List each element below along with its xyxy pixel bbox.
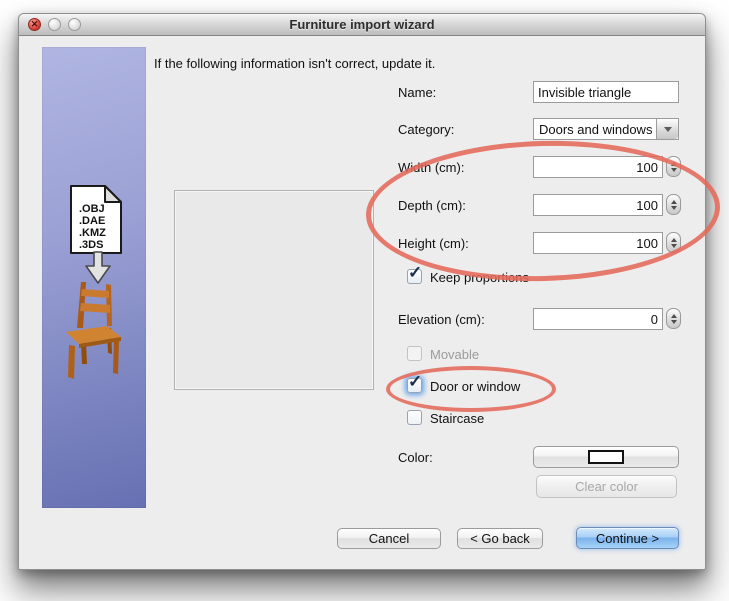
file-format: .3DS — [79, 239, 106, 251]
spinner-down-icon[interactable] — [671, 320, 677, 324]
depth-stepper[interactable] — [666, 194, 681, 215]
elevation-stepper[interactable] — [666, 308, 681, 329]
depth-label: Depth (cm): — [398, 198, 466, 213]
category-dropdown-button[interactable] — [656, 119, 678, 139]
spinner-up-icon[interactable] — [671, 314, 677, 318]
file-format: .KMZ — [79, 227, 106, 239]
height-input[interactable] — [533, 232, 663, 254]
window-title: Furniture import wizard — [19, 17, 705, 32]
continue-button[interactable]: Continue > — [576, 527, 679, 549]
check-icon: ✓ — [408, 263, 422, 283]
color-picker-button[interactable] — [533, 446, 679, 468]
wizard-sidebar-illustration: .OBJ .DAE .KMZ .3DS — [42, 47, 146, 508]
width-stepper[interactable] — [666, 156, 681, 177]
name-label: Name: — [398, 85, 436, 100]
title-bar[interactable]: ✕ Furniture import wizard — [19, 14, 705, 36]
door-or-window-checkbox[interactable]: ✓ — [407, 378, 422, 393]
down-arrow-icon — [84, 251, 112, 285]
screenshot-root: { "window": { "title": "Furniture import… — [0, 0, 729, 601]
spinner-up-icon[interactable] — [671, 200, 677, 204]
color-label: Color: — [398, 450, 433, 465]
cancel-button[interactable]: Cancel — [337, 528, 441, 549]
model-file-icon: .OBJ .DAE .KMZ .3DS — [69, 184, 123, 255]
door-or-window-label: Door or window — [430, 379, 520, 394]
spinner-up-icon[interactable] — [671, 238, 677, 242]
spinner-down-icon[interactable] — [671, 206, 677, 210]
category-label: Category: — [398, 122, 454, 137]
file-format-list: .OBJ .DAE .KMZ .3DS — [79, 203, 106, 251]
go-back-button[interactable]: < Go back — [457, 528, 543, 549]
category-select[interactable]: Doors and windows — [533, 118, 679, 140]
movable-label: Movable — [430, 347, 479, 362]
category-selected-value: Doors and windows — [534, 122, 656, 137]
width-input[interactable] — [533, 156, 663, 178]
height-label: Height (cm): — [398, 236, 469, 251]
color-swatch — [588, 450, 624, 464]
width-label: Width (cm): — [398, 160, 464, 175]
file-format: .DAE — [79, 215, 106, 227]
file-format: .OBJ — [79, 203, 106, 215]
clear-color-button[interactable]: Clear color — [536, 475, 677, 498]
check-icon: ✓ — [408, 372, 422, 392]
chair-illustration — [66, 282, 122, 382]
model-preview — [174, 190, 374, 390]
name-input[interactable] — [533, 81, 679, 103]
spinner-down-icon[interactable] — [671, 244, 677, 248]
furniture-import-wizard-window: ✕ Furniture import wizard .OBJ .DAE .KMZ… — [18, 13, 706, 570]
instruction-text: If the following information isn't corre… — [154, 56, 435, 71]
height-stepper[interactable] — [666, 232, 681, 253]
staircase-checkbox[interactable]: ✓ — [407, 410, 422, 425]
spinner-up-icon[interactable] — [671, 162, 677, 166]
chevron-down-icon — [664, 127, 672, 132]
depth-input[interactable] — [533, 194, 663, 216]
elevation-input[interactable] — [533, 308, 663, 330]
elevation-label: Elevation (cm): — [398, 312, 485, 327]
movable-checkbox[interactable]: ✓ — [407, 346, 422, 361]
staircase-label: Staircase — [430, 411, 484, 426]
spinner-down-icon[interactable] — [671, 168, 677, 172]
keep-proportions-label: Keep proportions — [430, 270, 529, 285]
keep-proportions-checkbox[interactable]: ✓ — [407, 269, 422, 284]
